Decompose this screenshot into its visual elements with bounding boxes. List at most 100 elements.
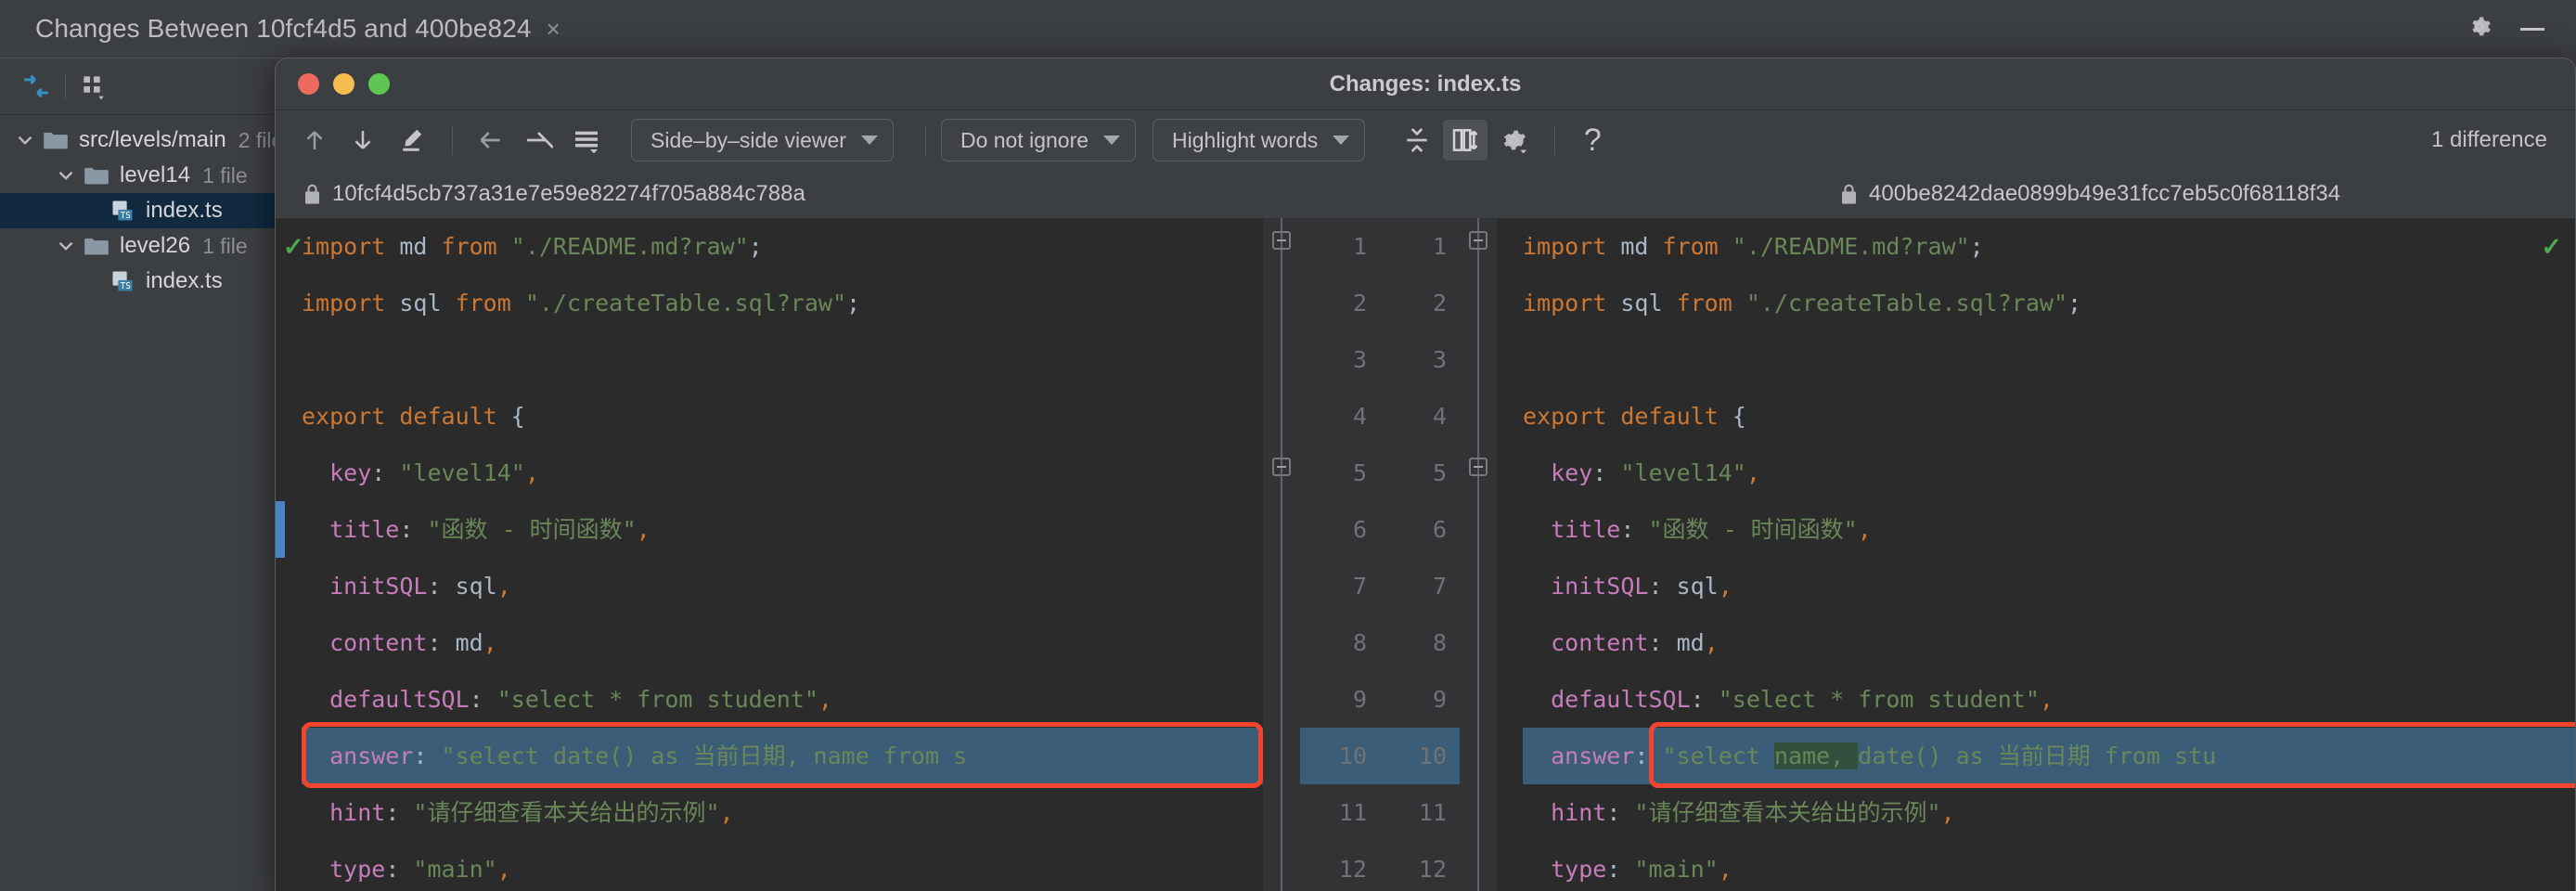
- code-token: ,: [818, 686, 832, 713]
- code-token: from: [442, 290, 525, 316]
- arrow-right-icon[interactable]: [516, 120, 560, 161]
- toolbar-divider: [452, 125, 453, 155]
- code-token: "./README.md?raw": [511, 233, 749, 260]
- left-diff-pane[interactable]: import md from "./README.md?raw";import …: [276, 218, 1263, 891]
- code-line[interactable]: [302, 331, 1263, 388]
- code-line[interactable]: answer: "select date() as 当前日期, name fro…: [302, 728, 1263, 784]
- code-line[interactable]: hint: "请仔细查看本关给出的示例",: [1523, 784, 2575, 841]
- tree-node-label: index.ts: [146, 268, 223, 294]
- collapse-arrows-icon[interactable]: [20, 71, 52, 102]
- code-line[interactable]: content: md,: [302, 614, 1263, 671]
- ide-titlebar: Changes Between 10fcf4d5 and 400be824 ×: [0, 0, 1056, 58]
- chevron-down-icon[interactable]: [13, 128, 37, 152]
- gear-icon[interactable]: [2467, 14, 2492, 45]
- viewer-mode-dropdown[interactable]: Side–by–side viewer: [631, 119, 894, 161]
- right-fold-gutter[interactable]: [1460, 218, 1497, 891]
- code-token: "./createTable.sql?raw": [1746, 290, 2067, 316]
- help-question-icon[interactable]: ?: [1570, 120, 1615, 161]
- line-number: 7: [1380, 558, 1460, 614]
- line-number: 3: [1300, 331, 1380, 388]
- code-token: "select date() as 当前日期, name from s: [442, 742, 968, 769]
- chevron-down-icon[interactable]: [54, 163, 78, 187]
- arrow-left-icon[interactable]: [468, 120, 512, 161]
- code-token: ,: [2040, 686, 2054, 713]
- code-line[interactable]: export default {: [1523, 388, 2575, 445]
- sync-scroll-icon[interactable]: [1443, 120, 1488, 161]
- code-line[interactable]: [1523, 331, 2575, 388]
- code-token: initSQL: [302, 573, 427, 600]
- svg-text:TS: TS: [121, 211, 131, 221]
- code-line[interactable]: initSQL: sql,: [1523, 558, 2575, 614]
- code-line[interactable]: import md from "./README.md?raw";: [1523, 218, 2575, 275]
- code-token: :: [1620, 516, 1648, 543]
- line-number: 1: [1380, 218, 1460, 275]
- code-token: ;: [1970, 233, 1984, 260]
- close-window-button[interactable]: [298, 73, 319, 95]
- code-token: ,: [1719, 856, 1732, 883]
- minimize-icon[interactable]: [2520, 28, 2544, 31]
- ignore-whitespace-dropdown[interactable]: Do not ignore: [941, 119, 1136, 161]
- code-token: ,: [497, 856, 511, 883]
- code-token: defaultSQL: [302, 686, 470, 713]
- line-number: 11: [1380, 784, 1460, 841]
- code-line[interactable]: export default {: [302, 388, 1263, 445]
- tree-node-count: 1 file: [202, 163, 248, 188]
- chevron-down-icon[interactable]: [54, 234, 78, 258]
- highlight-mode-dropdown[interactable]: Highlight words: [1153, 119, 1365, 161]
- code-line[interactable]: key: "level14",: [302, 445, 1263, 501]
- line-number: 3: [1380, 331, 1460, 388]
- code-token: :: [1592, 459, 1620, 486]
- right-revision[interactable]: 400be8242dae0899b49e31fcc7eb5c0f68118f34: [1840, 170, 2340, 218]
- minimize-window-button[interactable]: [333, 73, 354, 95]
- right-diff-pane[interactable]: import md from "./README.md?raw";import …: [1497, 218, 2575, 891]
- left-revision[interactable]: 10fcf4d5cb737a31e7e59e82274f705a884c788a: [303, 170, 805, 218]
- collapse-unchanged-icon[interactable]: [1395, 120, 1439, 161]
- code-line[interactable]: type: "main",: [1523, 841, 2575, 891]
- code-token: :: [385, 856, 413, 883]
- folder-icon: [43, 130, 69, 150]
- code-token: import: [302, 233, 399, 260]
- lock-icon: [303, 183, 321, 205]
- fold-line: [1281, 218, 1282, 891]
- pencil-icon[interactable]: [389, 120, 433, 161]
- line-number: 10: [1300, 728, 1380, 784]
- zoom-window-button[interactable]: [368, 73, 390, 95]
- code-line[interactable]: title: "函数 - 时间函数",: [1523, 501, 2575, 558]
- code-line[interactable]: import md from "./README.md?raw";: [302, 218, 1263, 275]
- group-by-icon[interactable]: [79, 71, 109, 101]
- code-token: ,: [720, 799, 734, 826]
- arrow-up-icon[interactable]: [292, 120, 337, 161]
- code-line[interactable]: defaultSQL: "select * from student",: [302, 671, 1263, 728]
- code-line[interactable]: key: "level14",: [1523, 445, 2575, 501]
- code-line[interactable]: import sql from "./createTable.sql?raw";: [302, 275, 1263, 331]
- hamburger-menu-icon[interactable]: [564, 120, 609, 161]
- code-token: :: [1606, 799, 1634, 826]
- code-token: export default: [302, 403, 511, 430]
- code-line[interactable]: import sql from "./createTable.sql?raw";: [1523, 275, 2575, 331]
- left-fold-gutter[interactable]: [1263, 218, 1300, 891]
- code-line[interactable]: content: md,: [1523, 614, 2575, 671]
- code-line[interactable]: initSQL: sql,: [302, 558, 1263, 614]
- code-token: ,: [1746, 459, 1760, 486]
- typescript-file-icon: TS: [109, 198, 135, 224]
- code-token: :: [1606, 856, 1634, 883]
- code-token: ;: [2067, 290, 2081, 316]
- code-line[interactable]: answer: "select name, date() as 当前日期 fro…: [1523, 728, 2575, 784]
- code-token: "select * from student": [1719, 686, 2040, 713]
- line-number: 5: [1300, 445, 1380, 501]
- right-code-content[interactable]: import md from "./README.md?raw";import …: [1497, 218, 2575, 891]
- code-token: "main": [1634, 856, 1718, 883]
- code-line[interactable]: title: "函数 - 时间函数",: [302, 501, 1263, 558]
- code-line[interactable]: hint: "请仔细查看本关给出的示例",: [302, 784, 1263, 841]
- arrow-down-icon[interactable]: [341, 120, 385, 161]
- code-token: sql: [1677, 573, 1719, 600]
- code-token: "./README.md?raw": [1732, 233, 1970, 260]
- close-icon[interactable]: ×: [547, 17, 560, 41]
- code-line[interactable]: defaultSQL: "select * from student",: [1523, 671, 2575, 728]
- left-code-content[interactable]: import md from "./README.md?raw";import …: [276, 218, 1263, 891]
- code-token: "level14": [399, 459, 524, 486]
- code-line[interactable]: type: "main",: [302, 841, 1263, 891]
- chevron-down-icon: [1103, 136, 1120, 145]
- right-ok-check-icon: ✓: [2541, 233, 2562, 262]
- gear-icon[interactable]: [1491, 120, 1536, 161]
